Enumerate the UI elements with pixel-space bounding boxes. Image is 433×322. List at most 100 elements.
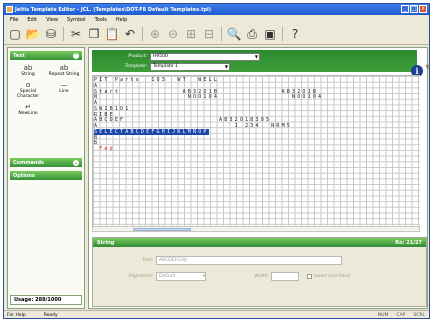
- insert-line-feed-label: Insert Line Feed: [314, 274, 350, 279]
- newline-tool[interactable]: ↵ NewLine: [10, 103, 46, 116]
- special-character-tool[interactable]: ꭤ Special Character: [10, 81, 46, 99]
- app-window: Jeltis Template Editor - JCL. (Templates…: [3, 3, 430, 319]
- repeat-string-tool[interactable]: ab Repeat String: [46, 64, 82, 77]
- cut-icon[interactable]: ✂: [68, 26, 84, 42]
- options-panel-title: Options: [13, 172, 35, 179]
- undo-icon[interactable]: ↶: [122, 26, 138, 42]
- tool-label: Line: [59, 89, 69, 94]
- cap-indicator: CAP: [396, 312, 406, 318]
- status-help: For Help: [7, 312, 26, 318]
- status-state: Ready: [43, 312, 58, 318]
- maximize-button[interactable]: □: [410, 5, 418, 13]
- special-character-tool-icon: ꭤ: [25, 81, 31, 89]
- properties-title: String: [97, 239, 115, 246]
- status-bar: For Help Ready NUM CAP SCRL: [4, 310, 429, 318]
- product-template-bar: Product: H9500 ▼ Template: Template 1 ▼: [92, 50, 417, 72]
- print-icon[interactable]: ⎙: [244, 26, 260, 42]
- properties-header: String Ro: 21/27: [93, 238, 426, 247]
- template-label: Template:: [124, 64, 147, 69]
- save-icon[interactable]: ⛁: [43, 26, 59, 42]
- product-select[interactable]: H9500 ▼: [150, 52, 260, 61]
- line-tool[interactable]: — Line: [46, 81, 82, 99]
- text-panel-header[interactable]: Text ⌃: [10, 51, 82, 60]
- template-value: Template 1: [153, 64, 178, 69]
- checkbox-box[interactable]: [307, 274, 312, 279]
- menu-help[interactable]: Help: [116, 17, 127, 23]
- toolbar-separator: [282, 27, 283, 41]
- alignment-label: Alignment:: [128, 274, 153, 279]
- text-tools: ab String ab Repeat String ꭤ Special Characte…: [8, 60, 84, 120]
- tool-label: NewLine: [18, 111, 38, 116]
- tool-label: String: [21, 72, 35, 77]
- menu-symbol[interactable]: Symbol: [67, 17, 86, 23]
- properties-panel: String Ro: 21/27 Text: ABCDEFGHIJ Alignm…: [92, 237, 427, 307]
- paste-icon[interactable]: 📋: [104, 26, 120, 42]
- grid-line[interactable]: PIT Parts 1O3 WT WELL: [94, 77, 219, 83]
- main-toolbar: ▢ 📂 ⛁ ✂ ❐ 📋 ↶ ⊕ ⊖ ⊞ ⊟ 🔍 ⎙ ▣?: [4, 24, 429, 45]
- minimize-button[interactable]: _: [401, 5, 409, 13]
- sidebar: Text ⌃ ab String ab Repeat String ꭤ Special C…: [7, 47, 85, 309]
- remove-template-icon[interactable]: ⊖: [165, 26, 181, 42]
- text-field[interactable]: ABCDEFGHIJ: [156, 256, 342, 265]
- template-editor: Product: H9500 ▼ Template: Template 1 ▼ …: [88, 47, 429, 309]
- toolbar-separator: [63, 27, 64, 41]
- string-tool-icon: ab: [23, 64, 33, 72]
- alignment-value: Default: [159, 274, 176, 279]
- insert-line-feed-checkbox[interactable]: Insert Line Feed: [307, 274, 350, 279]
- toolbar-separator: [221, 27, 222, 41]
- window-title: Jeltis Template Editor - JCL. (Templates…: [15, 6, 212, 13]
- scroll-indicator: SCRL: [413, 312, 425, 318]
- new-icon[interactable]: ▢: [7, 26, 23, 42]
- dropdown-arrow-icon: ▼: [254, 54, 258, 59]
- selected-grid-line[interactable]: SELECTABCDEFGHIJKLMNOP: [94, 129, 209, 135]
- width-label: Width:: [254, 274, 269, 279]
- grid-line[interactable]: Fed: [94, 146, 115, 152]
- template-grid[interactable]: PIT Parts 1O3 WT WELL A Start AB32O1B AB32…: [92, 75, 420, 226]
- usage-counter: Usage: 288/1000: [10, 295, 82, 305]
- repeat-string-tool-icon: ab: [59, 64, 69, 72]
- close-button[interactable]: x: [419, 5, 427, 13]
- help-icon[interactable]: ?: [287, 26, 303, 42]
- tool-label: Special Character: [16, 89, 40, 99]
- menu-bar: File Edit View Symbol Tools Help: [4, 15, 429, 24]
- product-value: H9500: [153, 54, 168, 59]
- title-bar[interactable]: Jeltis Template Editor - JCL. (Templates…: [4, 4, 429, 15]
- horizontal-scrollbar[interactable]: [92, 226, 420, 232]
- string-tool[interactable]: ab String: [10, 64, 46, 77]
- copy-icon[interactable]: ❐: [86, 26, 102, 42]
- find-icon[interactable]: 🔍: [226, 26, 242, 42]
- menu-edit[interactable]: Edit: [27, 17, 37, 23]
- view-icon[interactable]: ▣: [262, 26, 278, 42]
- template-select[interactable]: Template 1 ▼: [150, 62, 230, 71]
- cursor-position: Ro: 21/27: [395, 239, 422, 246]
- text-panel-title: Text: [13, 52, 25, 59]
- newline-tool-icon: ↵: [25, 103, 31, 111]
- options-panel-header[interactable]: Options: [10, 171, 82, 180]
- commands-panel-header[interactable]: Commands ⌄: [10, 158, 82, 167]
- expand-icon[interactable]: ⌄: [73, 159, 79, 166]
- zoom-out-icon[interactable]: ⊟: [201, 26, 217, 42]
- grid-line[interactable]: N NOO1O4 NOO1O4: [94, 94, 323, 100]
- menu-file[interactable]: File: [10, 17, 18, 23]
- commands-panel-title: Commands: [13, 159, 45, 166]
- text-field-value: ABCDEFGHIJ: [159, 258, 187, 263]
- dropdown-arrow-icon: ▼: [224, 64, 228, 69]
- zoom-in-icon[interactable]: ⊞: [183, 26, 199, 42]
- text-field-label: Text:: [142, 258, 153, 263]
- product-label: Product:: [128, 54, 147, 59]
- num-indicator: NUM: [377, 312, 389, 318]
- open-icon[interactable]: 📂: [25, 26, 41, 42]
- app-icon: [6, 6, 13, 13]
- menu-tools[interactable]: Tools: [95, 17, 107, 23]
- collapse-icon[interactable]: ⌃: [73, 52, 79, 59]
- tool-label: Repeat String: [48, 72, 80, 77]
- line-tool-icon: —: [60, 81, 68, 89]
- add-template-icon[interactable]: ⊕: [147, 26, 163, 42]
- width-field[interactable]: [271, 272, 299, 281]
- scrollbar-thumb[interactable]: [133, 228, 191, 231]
- pencil-icon[interactable]: ✎: [425, 64, 429, 76]
- dropdown-arrow-icon: ▾: [202, 274, 205, 279]
- alignment-select[interactable]: Default ▾: [156, 272, 206, 281]
- toolbar-separator: [142, 27, 143, 41]
- menu-view[interactable]: View: [46, 17, 58, 23]
